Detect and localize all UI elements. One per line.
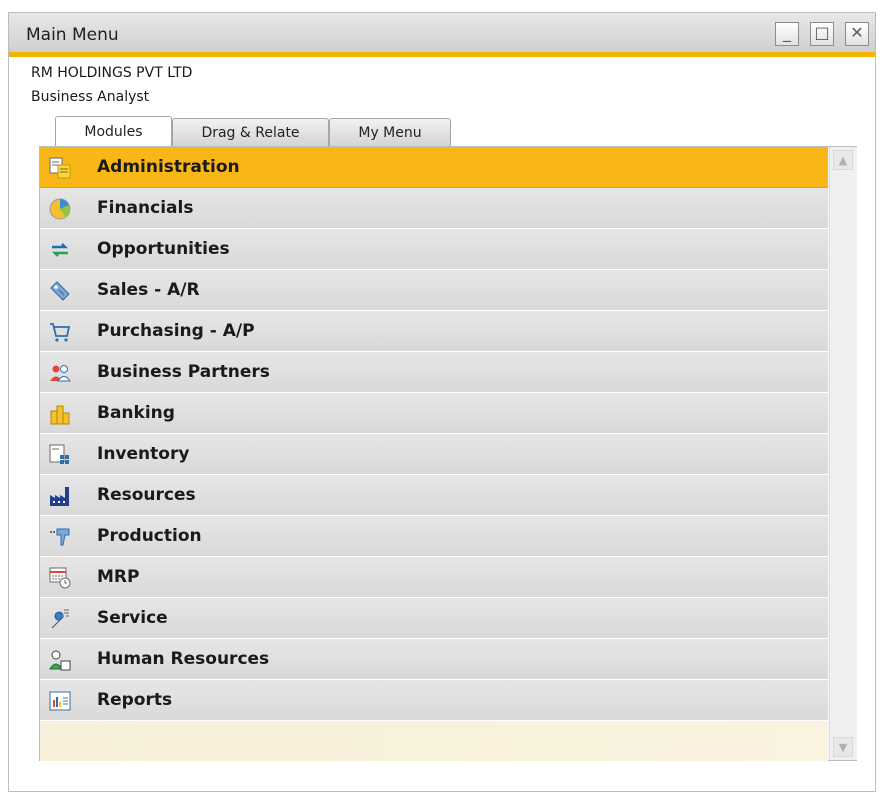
module-administration[interactable]: Administration [40, 147, 828, 188]
module-label: Financials [97, 198, 194, 218]
resources-factory-icon [48, 484, 72, 508]
module-purchasing[interactable]: Purchasing - A/P [40, 311, 828, 352]
module-opportunities[interactable]: Opportunities [40, 229, 828, 270]
user-role: Business Analyst [31, 89, 150, 105]
administration-icon [48, 156, 72, 180]
title-bar[interactable]: Main Menu _ □ ✕ [9, 13, 875, 57]
module-label: Production [97, 526, 202, 546]
module-banking[interactable]: Banking [40, 393, 828, 434]
vertical-scrollbar[interactable]: ▲ ▼ [829, 147, 857, 760]
module-sales[interactable]: Sales - A/R [40, 270, 828, 311]
modules-panel: Administration Financials Opportunities … [39, 146, 857, 761]
scroll-up-arrow-icon[interactable]: ▲ [833, 150, 853, 170]
module-label: Human Resources [97, 649, 270, 669]
window-title: Main Menu [26, 25, 119, 45]
module-label: Inventory [97, 444, 190, 464]
module-label: Sales - A/R [97, 280, 200, 300]
minimize-button[interactable]: _ [775, 22, 799, 46]
module-production[interactable]: Production [40, 516, 828, 557]
shopping-cart-icon [48, 320, 72, 344]
module-resources[interactable]: Resources [40, 475, 828, 516]
service-wrench-icon [48, 607, 72, 631]
tab-drag-relate[interactable]: Drag & Relate [172, 118, 329, 146]
close-button[interactable]: ✕ [845, 22, 869, 46]
business-partners-icon [48, 361, 72, 385]
scroll-down-arrow-icon[interactable]: ▼ [833, 737, 853, 757]
tab-modules[interactable]: Modules [55, 116, 172, 146]
financials-pie-icon [48, 197, 72, 221]
module-label: Opportunities [97, 239, 230, 259]
module-service[interactable]: Service [40, 598, 828, 639]
opportunities-icon [48, 238, 72, 262]
main-menu-window: Main Menu _ □ ✕ RM HOLDINGS PVT LTD Busi… [8, 12, 876, 792]
maximize-button[interactable]: □ [810, 22, 834, 46]
tab-my-menu[interactable]: My Menu [329, 118, 451, 146]
module-label: Business Partners [97, 362, 270, 382]
reports-icon [48, 689, 72, 713]
module-inventory[interactable]: Inventory [40, 434, 828, 475]
banking-coins-icon [48, 402, 72, 426]
inventory-icon [48, 443, 72, 467]
module-label: MRP [97, 567, 140, 587]
module-reports[interactable]: Reports [40, 680, 828, 721]
module-label: Purchasing - A/P [97, 321, 255, 341]
module-financials[interactable]: Financials [40, 188, 828, 229]
module-label: Banking [97, 403, 175, 423]
module-human-resources[interactable]: Human Resources [40, 639, 828, 680]
module-label: Service [97, 608, 168, 628]
module-label: Administration [97, 157, 240, 177]
module-mrp[interactable]: MRP [40, 557, 828, 598]
human-resources-icon [48, 648, 72, 672]
module-label: Reports [97, 690, 173, 710]
company-name: RM HOLDINGS PVT LTD [31, 65, 193, 81]
list-empty-area [40, 721, 828, 761]
production-icon [48, 525, 72, 549]
sales-tag-icon [48, 279, 72, 303]
mrp-icon [48, 566, 72, 590]
module-business-partners[interactable]: Business Partners [40, 352, 828, 393]
module-label: Resources [97, 485, 196, 505]
modules-list: Administration Financials Opportunities … [40, 147, 828, 721]
